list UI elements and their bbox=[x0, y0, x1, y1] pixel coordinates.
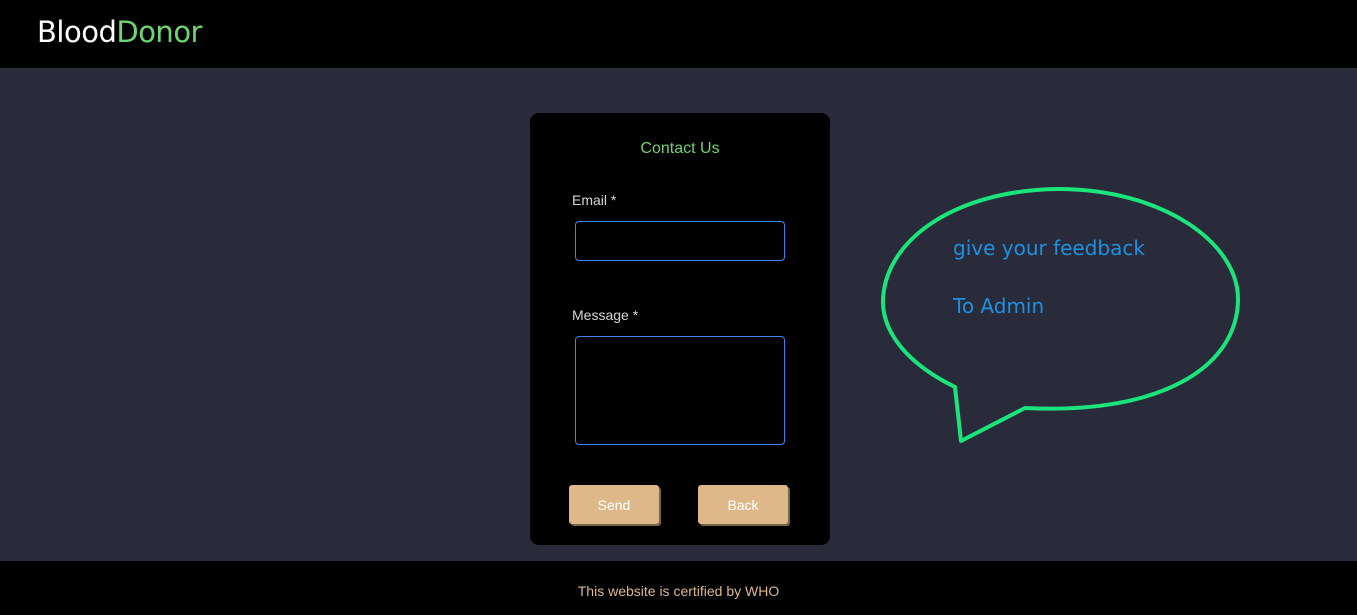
form-title: Contact Us bbox=[640, 140, 720, 157]
speech-bubble bbox=[880, 187, 1240, 443]
back-button[interactable]: Back bbox=[698, 485, 788, 524]
navbar: BloodDonor bbox=[0, 0, 1357, 68]
speech-bubble-outline bbox=[880, 187, 1240, 443]
email-label: Email * bbox=[572, 192, 617, 208]
callout-line-2: To Admin bbox=[953, 294, 1045, 318]
brand-part-donor: Donor bbox=[116, 15, 202, 49]
brand-part-blood: Blood bbox=[37, 15, 117, 49]
message-label: Message * bbox=[572, 307, 639, 323]
footer: This website is certified by WHO bbox=[0, 561, 1357, 615]
callout-line-1: give your feedback bbox=[953, 236, 1145, 260]
send-button[interactable]: Send bbox=[569, 485, 659, 524]
email-field[interactable] bbox=[575, 221, 785, 261]
contact-form-card: Contact Us Email * Message * Send Back bbox=[530, 113, 830, 545]
footer-text: This website is certified by WHO bbox=[577, 583, 780, 599]
brand-logo[interactable]: BloodDonor bbox=[37, 14, 202, 50]
message-field[interactable] bbox=[575, 336, 785, 445]
